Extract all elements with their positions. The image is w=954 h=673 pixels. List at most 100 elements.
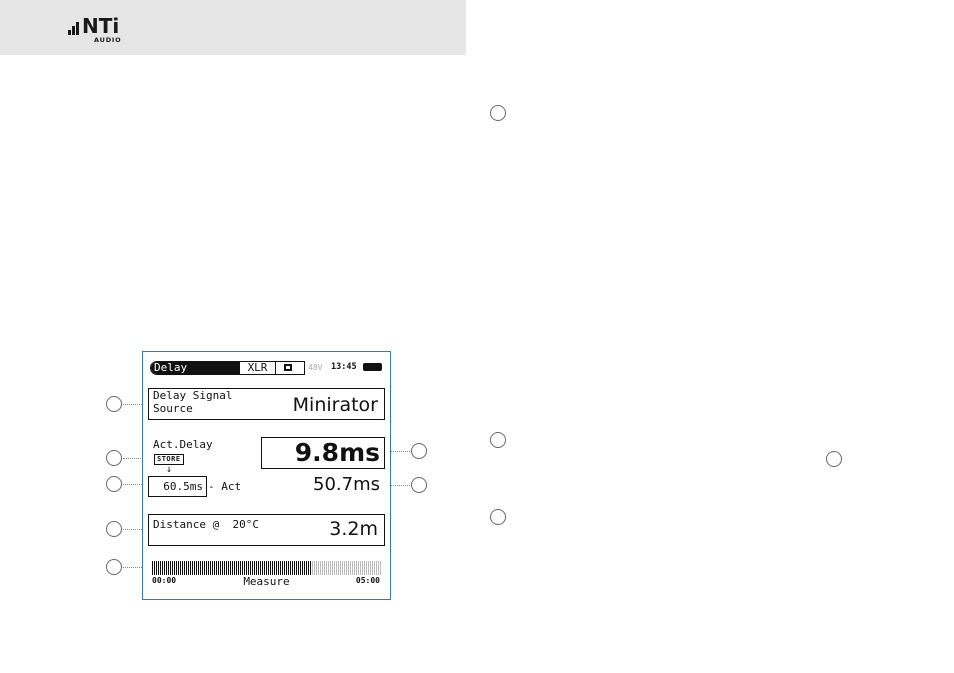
progress-tick [262,561,263,575]
progress-tick [232,561,233,575]
measure-progress-bar [152,561,381,575]
progress-tick [184,561,185,575]
progress-tick [380,561,381,575]
progress-tick [260,561,261,575]
tab-input-xlr[interactable]: XLR [239,362,275,374]
act-tag-label: - Act [208,480,242,493]
progress-tick [200,561,201,575]
act-delay-label: Act.Delay [153,438,213,451]
progress-tick [374,561,375,575]
progress-tick [220,561,221,575]
tab-delay[interactable]: Delay [151,362,239,374]
progress-tick [218,561,219,575]
reference-delay-value[interactable]: 60.5ms [148,476,207,497]
progress-tick [264,561,265,575]
progress-tick [284,561,285,575]
progress-tick [152,561,153,575]
progress-tick [210,561,211,575]
progress-tick [190,561,191,575]
progress-tick [274,561,275,575]
progress-tick [178,561,179,575]
progress-tick [156,561,157,575]
progress-tick [252,561,253,575]
progress-tick [196,561,197,575]
progress-tick [306,561,307,575]
progress-tick [226,561,227,575]
callout-circle [411,477,427,493]
progress-tick [248,561,249,575]
signal-source-row[interactable]: Delay Signal Source Minirator [148,388,385,420]
progress-tick [370,561,371,575]
progress-tick [278,561,279,575]
progress-tick [202,561,203,575]
distance-value: 3.2m [329,518,378,540]
progress-tick [376,561,377,575]
callout-circle [106,476,122,492]
callout-circle [411,443,427,459]
progress-tick [338,561,339,575]
signal-source-value: Minirator [292,394,378,416]
progress-tick [166,561,167,575]
progress-tick [194,561,195,575]
header-band: NTi AUDIO [0,0,466,55]
progress-tick [346,561,347,575]
progress-tick [254,561,255,575]
progress-tick [290,561,291,575]
progress-tick [344,561,345,575]
measure-label: Measure [243,575,290,588]
progress-tick [328,561,329,575]
progress-tick [204,561,205,575]
progress-tick [372,561,373,575]
progress-tick [302,561,303,575]
progress-tick [324,561,325,575]
progress-tick [242,561,243,575]
distance-row[interactable]: Distance @ 20°C 3.2m [148,514,385,546]
tab-memory[interactable] [275,362,304,374]
progress-tick [310,561,311,575]
arrow-down-icon: ↓ [166,464,173,475]
progress-tick [298,561,299,575]
progress-tick [208,561,209,575]
progress-tick [180,561,181,575]
progress-tick [206,561,207,575]
callout-circle [106,396,122,412]
progress-tick [356,561,357,575]
progress-tick [186,561,187,575]
progress-tick [276,561,277,575]
nti-audio-logo: NTi AUDIO [68,16,138,46]
signal-source-label: Delay Signal Source [153,389,233,415]
progress-tick [342,561,343,575]
progress-tick [164,561,165,575]
logo-subtitle: AUDIO [94,36,122,44]
progress-tick [336,561,337,575]
progress-tick [300,561,301,575]
callout-circle [826,451,842,467]
progress-tick [212,561,213,575]
delay-result-value: 9.8ms [261,437,385,469]
progress-tick [176,561,177,575]
device-screen: Delay XLR 48V 13:45 Delay Signal Source … [142,351,391,600]
progress-tick [294,561,295,575]
progress-tick [268,561,269,575]
progress-tick [364,561,365,575]
progress-tick [174,561,175,575]
progress-tick [258,561,259,575]
progress-tick [316,561,317,575]
progress-tick [154,561,155,575]
logo-bars-icon [68,22,83,35]
progress-tick [236,561,237,575]
progress-tick [332,561,333,575]
progress-tick [314,561,315,575]
clock: 13:45 [331,362,357,372]
progress-tick [198,561,199,575]
callout-circle [490,509,506,525]
callout-circle [106,521,122,537]
progress-tick [378,561,379,575]
progress-tick [216,561,217,575]
progress-tick [160,561,161,575]
progress-tick [312,561,313,575]
progress-tick [308,561,309,575]
progress-tick [360,561,361,575]
progress-tick [256,561,257,575]
progress-tick [244,561,245,575]
